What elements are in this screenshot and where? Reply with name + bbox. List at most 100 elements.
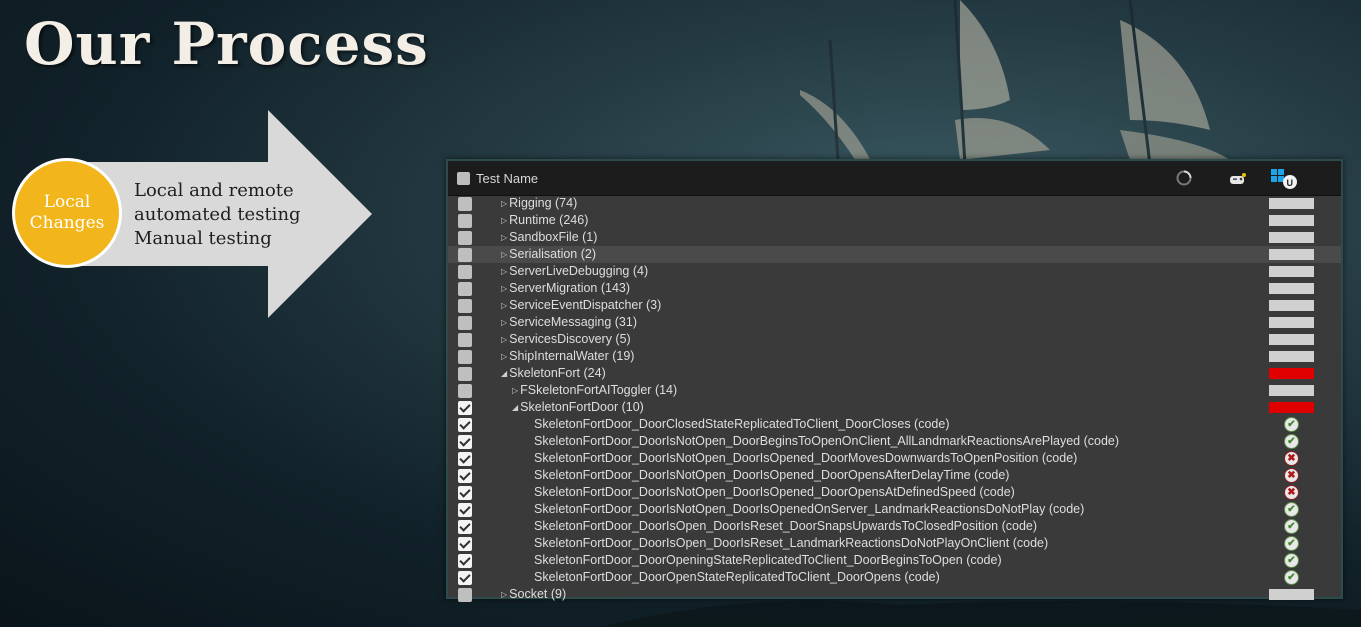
row-checkbox[interactable]: [458, 554, 472, 568]
row-checkbox[interactable]: [458, 333, 472, 347]
tree-row[interactable]: ◢ SkeletonFort (24): [448, 365, 1341, 382]
collapsed-triangle-icon[interactable]: ▷: [501, 250, 507, 259]
row-checkbox[interactable]: [458, 282, 472, 296]
row-checkbox[interactable]: [458, 418, 472, 432]
row-checkbox[interactable]: [458, 350, 472, 364]
row-label-text: SkeletonFortDoor_DoorIsNotOpen_DoorIsOpe…: [534, 485, 1015, 499]
tree-row[interactable]: SkeletonFortDoor_DoorClosedStateReplicat…: [448, 416, 1341, 433]
row-checkbox[interactable]: [458, 520, 472, 534]
row-label[interactable]: SkeletonFortDoor_DoorClosedStateReplicat…: [534, 417, 950, 431]
tree-row[interactable]: ▷ SandboxFile (1): [448, 229, 1341, 246]
row-label-text: SandboxFile (1): [509, 230, 598, 244]
row-checkbox[interactable]: [458, 435, 472, 449]
row-checkbox[interactable]: [458, 231, 472, 245]
row-checkbox[interactable]: [458, 214, 472, 228]
row-checkbox[interactable]: [458, 401, 472, 415]
tree-row[interactable]: ▷ Rigging (74): [448, 195, 1341, 212]
row-checkbox[interactable]: [458, 316, 472, 330]
tree-row[interactable]: ▷ Runtime (246): [448, 212, 1341, 229]
row-checkbox[interactable]: [458, 469, 472, 483]
test-name-column[interactable]: Test Name: [476, 171, 538, 186]
row-checkbox[interactable]: [458, 486, 472, 500]
tree-row[interactable]: SkeletonFortDoor_DoorIsNotOpen_DoorIsOpe…: [448, 467, 1341, 484]
row-checkbox[interactable]: [458, 248, 472, 262]
row-label[interactable]: ▷ SandboxFile (1): [501, 230, 597, 244]
tree-row[interactable]: ▷ ServiceMessaging (31): [448, 314, 1341, 331]
collapsed-triangle-icon[interactable]: ▷: [501, 199, 507, 208]
tree-row[interactable]: SkeletonFortDoor_DoorIsOpen_DoorIsReset_…: [448, 535, 1341, 552]
collapsed-triangle-icon[interactable]: ▷: [501, 301, 507, 310]
row-checkbox[interactable]: [458, 537, 472, 551]
row-label[interactable]: ▷ ServiceEventDispatcher (3): [501, 298, 661, 312]
status-bar-not-run: [1269, 249, 1314, 260]
tree-row[interactable]: SkeletonFortDoor_DoorIsNotOpen_DoorBegin…: [448, 433, 1341, 450]
row-label[interactable]: SkeletonFortDoor_DoorOpeningStateReplica…: [534, 553, 1002, 567]
row-label[interactable]: ▷ Socket (9): [501, 587, 566, 601]
tree-row[interactable]: ▷ Serialisation (2): [448, 246, 1341, 263]
gamepad-icon[interactable]: [1229, 172, 1247, 186]
expanded-triangle-icon[interactable]: ◢: [501, 369, 507, 378]
collapsed-triangle-icon[interactable]: ▷: [501, 216, 507, 225]
expanded-triangle-icon[interactable]: ◢: [512, 403, 518, 412]
collapsed-triangle-icon[interactable]: ▷: [501, 352, 507, 361]
row-checkbox[interactable]: [458, 571, 472, 585]
status-bar-not-run: [1269, 215, 1314, 226]
tree-row[interactable]: SkeletonFortDoor_DoorOpeningStateReplica…: [448, 552, 1341, 569]
row-label[interactable]: ▷ Serialisation (2): [501, 247, 596, 261]
tree-row[interactable]: ▷ ServerMigration (143): [448, 280, 1341, 297]
tree-row[interactable]: ◢ SkeletonFortDoor (10): [448, 399, 1341, 416]
collapsed-triangle-icon[interactable]: ▷: [501, 590, 507, 599]
row-checkbox[interactable]: [458, 367, 472, 381]
row-label[interactable]: ◢ SkeletonFortDoor (10): [512, 400, 644, 414]
row-label[interactable]: SkeletonFortDoor_DoorIsNotOpen_DoorIsOpe…: [534, 502, 1084, 516]
row-checkbox[interactable]: [458, 452, 472, 466]
row-label[interactable]: ▷ FSkeletonFortAIToggler (14): [512, 383, 677, 397]
row-label[interactable]: ▷ ServerLiveDebugging (4): [501, 264, 648, 278]
row-label[interactable]: ▷ ShipInternalWater (19): [501, 349, 634, 363]
row-label[interactable]: SkeletonFortDoor_DoorOpenStateReplicated…: [534, 570, 940, 584]
row-label[interactable]: SkeletonFortDoor_DoorIsOpen_DoorIsReset_…: [534, 536, 1048, 550]
collapsed-triangle-icon[interactable]: ▷: [512, 386, 518, 395]
collapsed-triangle-icon[interactable]: ▷: [501, 335, 507, 344]
row-checkbox[interactable]: [458, 588, 472, 602]
row-label[interactable]: SkeletonFortDoor_DoorIsNotOpen_DoorIsOpe…: [534, 485, 1015, 499]
tree-row[interactable]: ▷ ServicesDiscovery (5): [448, 331, 1341, 348]
row-label[interactable]: SkeletonFortDoor_DoorIsNotOpen_DoorBegin…: [534, 434, 1119, 448]
row-checkbox[interactable]: [458, 299, 472, 313]
tree-row[interactable]: SkeletonFortDoor_DoorIsNotOpen_DoorIsOpe…: [448, 484, 1341, 501]
tree-row[interactable]: ▷ ServerLiveDebugging (4): [448, 263, 1341, 280]
tree-row[interactable]: SkeletonFortDoor_DoorOpenStateReplicated…: [448, 569, 1341, 586]
collapsed-triangle-icon[interactable]: ▷: [501, 318, 507, 327]
collapsed-triangle-icon[interactable]: ▷: [501, 233, 507, 242]
row-label-text: Socket (9): [509, 587, 567, 601]
row-label[interactable]: ▷ ServerMigration (143): [501, 281, 630, 295]
select-all-checkbox[interactable]: [457, 172, 470, 185]
row-label-text: SkeletonFortDoor_DoorOpenStateReplicated…: [534, 570, 940, 584]
fail-x-icon: ✖: [1284, 485, 1299, 500]
tree-row[interactable]: ▷ ServiceEventDispatcher (3): [448, 297, 1341, 314]
row-label[interactable]: ▷ Runtime (246): [501, 213, 588, 227]
row-label[interactable]: ▷ ServiceMessaging (31): [501, 315, 637, 329]
loading-spinner-icon[interactable]: [1175, 169, 1193, 187]
row-checkbox[interactable]: [458, 503, 472, 517]
row-label[interactable]: ▷ ServicesDiscovery (5): [501, 332, 631, 346]
status-bar-not-run: [1269, 198, 1314, 209]
collapsed-triangle-icon[interactable]: ▷: [501, 284, 507, 293]
collapsed-triangle-icon[interactable]: ▷: [501, 267, 507, 276]
row-label[interactable]: SkeletonFortDoor_DoorIsNotOpen_DoorIsOpe…: [534, 451, 1077, 465]
row-label[interactable]: SkeletonFortDoor_DoorIsNotOpen_DoorIsOpe…: [534, 468, 1009, 482]
row-label-text: Runtime (246): [509, 213, 589, 227]
row-label[interactable]: ◢ SkeletonFort (24): [501, 366, 606, 380]
row-checkbox[interactable]: [458, 197, 472, 211]
tree-row[interactable]: SkeletonFortDoor_DoorIsOpen_DoorIsReset_…: [448, 518, 1341, 535]
tree-row[interactable]: SkeletonFortDoor_DoorIsNotOpen_DoorIsOpe…: [448, 501, 1341, 518]
tree-row[interactable]: ▷ Socket (9): [448, 586, 1341, 603]
tree-row[interactable]: SkeletonFortDoor_DoorIsNotOpen_DoorIsOpe…: [448, 450, 1341, 467]
row-label[interactable]: ▷ Rigging (74): [501, 196, 577, 210]
windows-unreal-icon[interactable]: U: [1270, 167, 1300, 191]
tree-row[interactable]: ▷ FSkeletonFortAIToggler (14): [448, 382, 1341, 399]
row-checkbox[interactable]: [458, 265, 472, 279]
row-label[interactable]: SkeletonFortDoor_DoorIsOpen_DoorIsReset_…: [534, 519, 1037, 533]
row-checkbox[interactable]: [458, 384, 472, 398]
tree-row[interactable]: ▷ ShipInternalWater (19): [448, 348, 1341, 365]
